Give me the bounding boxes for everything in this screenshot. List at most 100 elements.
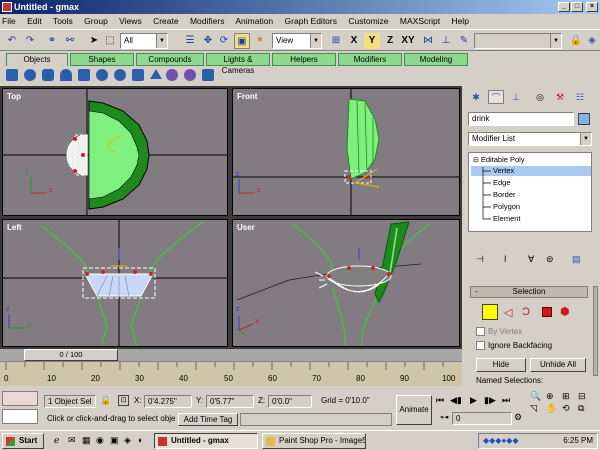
mirror-icon[interactable]: ⋈	[420, 33, 436, 49]
taskbar-item-gmax[interactable]: Untitled - gmax	[154, 433, 258, 449]
stack-item-editable-poly[interactable]: ⊟ Editable Poly	[473, 155, 525, 165]
viewport-user[interactable]: User x z	[232, 219, 460, 347]
cylinder-icon[interactable]	[42, 69, 54, 81]
selection-filter-dropdown[interactable]: All ▼	[120, 33, 168, 49]
plane-icon[interactable]	[166, 69, 178, 81]
sphere-icon[interactable]	[24, 69, 36, 81]
selection-rollout-header[interactable]: - Selection	[470, 286, 588, 298]
by-vertex-checkbox[interactable]	[476, 327, 485, 336]
menu-animation[interactable]: Animation	[235, 16, 273, 26]
quick-launch-app2-icon[interactable]: ◈	[124, 435, 131, 446]
maximize-viewport-icon[interactable]: ⧉	[578, 403, 584, 414]
display-panel-tab[interactable]: ◎	[532, 90, 548, 104]
show-end-result-icon[interactable]: ǀ	[504, 254, 506, 264]
remove-modifier-icon[interactable]: ⊜	[546, 254, 554, 265]
unlink-icon[interactable]: ⚯	[62, 33, 78, 49]
teapot-icon[interactable]	[78, 69, 90, 81]
menu-graph-editors[interactable]: Graph Editors	[285, 16, 337, 26]
tab-helpers[interactable]: Helpers	[272, 53, 336, 66]
move-icon[interactable]: ✥	[200, 33, 216, 49]
tab-compounds[interactable]: Compounds	[136, 53, 204, 66]
pan-icon[interactable]: ✋	[546, 403, 557, 414]
quick-launch-media-icon[interactable]: ◉	[96, 435, 104, 446]
select-arrow-icon[interactable]: ➤	[86, 33, 102, 49]
named-selection-dropdown[interactable]: ▼	[474, 33, 562, 49]
menu-customize[interactable]: Customize	[348, 16, 388, 26]
menu-group[interactable]: Group	[84, 16, 108, 26]
border-mode-icon[interactable]: Ͻ	[522, 306, 530, 318]
timeline-ruler[interactable]: 0 10 20 30 40 50 60 70 80 90 100	[0, 361, 462, 386]
polygon-mode-icon[interactable]	[542, 307, 552, 317]
stack-item-edge[interactable]: Edge	[493, 178, 511, 188]
lock-icon[interactable]: 🔒	[568, 33, 584, 49]
tab-shapes[interactable]: Shapes	[70, 53, 134, 66]
maximize-button[interactable]: □	[571, 2, 583, 12]
menu-file[interactable]: File	[2, 16, 16, 26]
hierarchy-panel-tab[interactable]: ⊥	[508, 90, 524, 104]
menu-help[interactable]: Help	[451, 16, 468, 26]
stack-item-polygon[interactable]: Polygon	[493, 202, 520, 212]
minimize-button[interactable]: _	[558, 2, 570, 12]
element-mode-icon[interactable]: ⬢	[560, 305, 570, 318]
align-icon[interactable]: ⊥	[438, 33, 454, 49]
menu-edit[interactable]: Edit	[27, 16, 42, 26]
menu-tools[interactable]: Tools	[53, 16, 73, 26]
current-frame-field[interactable]: 0	[452, 412, 512, 425]
menu-modifiers[interactable]: Modifiers	[190, 16, 224, 26]
start-button[interactable]: Start	[2, 433, 44, 449]
unhide-all-button[interactable]: Unhide All	[530, 358, 586, 372]
quick-launch-desktop-icon[interactable]: ▦	[82, 435, 91, 446]
zoom-icon[interactable]: 🔍	[530, 391, 541, 402]
previous-frame-icon[interactable]: ◀▮	[450, 395, 462, 406]
zoom-extents-all-icon[interactable]: ⊟	[578, 391, 586, 402]
time-slider[interactable]: 0 / 100	[24, 349, 118, 361]
pyramid-icon[interactable]	[150, 69, 162, 79]
region-select-icon[interactable]: ⬚	[102, 33, 118, 49]
axis-xy-button[interactable]: XY	[400, 33, 416, 49]
maxscript-listener-box[interactable]	[2, 391, 38, 406]
quick-launch-app1-icon[interactable]: ▣	[110, 435, 119, 446]
hedra-icon[interactable]	[184, 69, 196, 81]
viewport-label-left[interactable]: Left	[7, 223, 22, 232]
quick-launch-outlook-icon[interactable]: ✉	[68, 435, 76, 446]
utilities-panel-tab[interactable]: ⚒	[552, 90, 568, 104]
y-coordinate-field[interactable]: 0'5.77"	[206, 395, 254, 408]
x-coordinate-field[interactable]: 0'4.275"	[144, 395, 192, 408]
scale-icon[interactable]: ▣	[234, 33, 250, 49]
stack-item-element[interactable]: Element	[493, 214, 521, 224]
next-frame-icon[interactable]: ▮▶	[484, 395, 496, 406]
viewport-left[interactable]: Left y z	[2, 219, 228, 347]
quick-launch-ie-icon[interactable]: ℯ	[54, 435, 59, 446]
go-to-start-icon[interactable]: ⏮	[436, 395, 444, 406]
tools-panel-tab[interactable]: ☷	[572, 90, 588, 104]
zoom-all-icon[interactable]: ⊕	[546, 391, 554, 402]
axis-x-button[interactable]: X	[346, 33, 362, 49]
pin-stack-icon[interactable]: ⊣	[476, 254, 484, 265]
select-by-name-icon[interactable]: ☰	[182, 33, 198, 49]
taskbar-item-paint-shop-pro[interactable]: Paint Shop Pro - Image5	[262, 433, 366, 449]
create-panel-tab[interactable]: ✱	[468, 90, 484, 104]
geosphere-icon[interactable]	[114, 69, 126, 81]
absolute-mode-icon[interactable]: ⊡	[118, 395, 129, 406]
menu-create[interactable]: Create	[153, 16, 179, 26]
tab-modeling[interactable]: Modeling	[404, 53, 468, 66]
key-mode-icon[interactable]: ⊶	[440, 412, 449, 423]
viewport-front[interactable]: Front x z	[232, 88, 460, 216]
pivot-icon[interactable]: ⊞	[328, 33, 344, 49]
play-icon[interactable]: ▶	[470, 395, 477, 406]
ignore-backfacing-checkbox[interactable]	[476, 341, 485, 350]
chamfer-box-icon[interactable]	[202, 69, 214, 81]
time-config-icon[interactable]: ⚙	[514, 412, 522, 423]
configure-modifier-sets-icon[interactable]: ▤	[572, 254, 581, 265]
material-icon[interactable]: ◈	[584, 33, 600, 49]
lock-selection-icon[interactable]: 🔒	[100, 395, 111, 406]
undo-icon[interactable]: ↶	[4, 33, 20, 49]
modifier-list-dropdown[interactable]: Modifier List ▼	[468, 132, 592, 146]
tube-icon[interactable]	[132, 69, 144, 81]
menu-maxscript[interactable]: MAXScript	[400, 16, 440, 26]
object-name-field[interactable]: drink	[468, 112, 574, 126]
tab-lights-cameras[interactable]: Lights & Cameras	[206, 53, 270, 75]
viewport-top[interactable]: Top x y	[2, 88, 228, 216]
axis-z-button[interactable]: Z	[382, 33, 398, 49]
axis-y-button[interactable]: Y	[364, 33, 380, 49]
